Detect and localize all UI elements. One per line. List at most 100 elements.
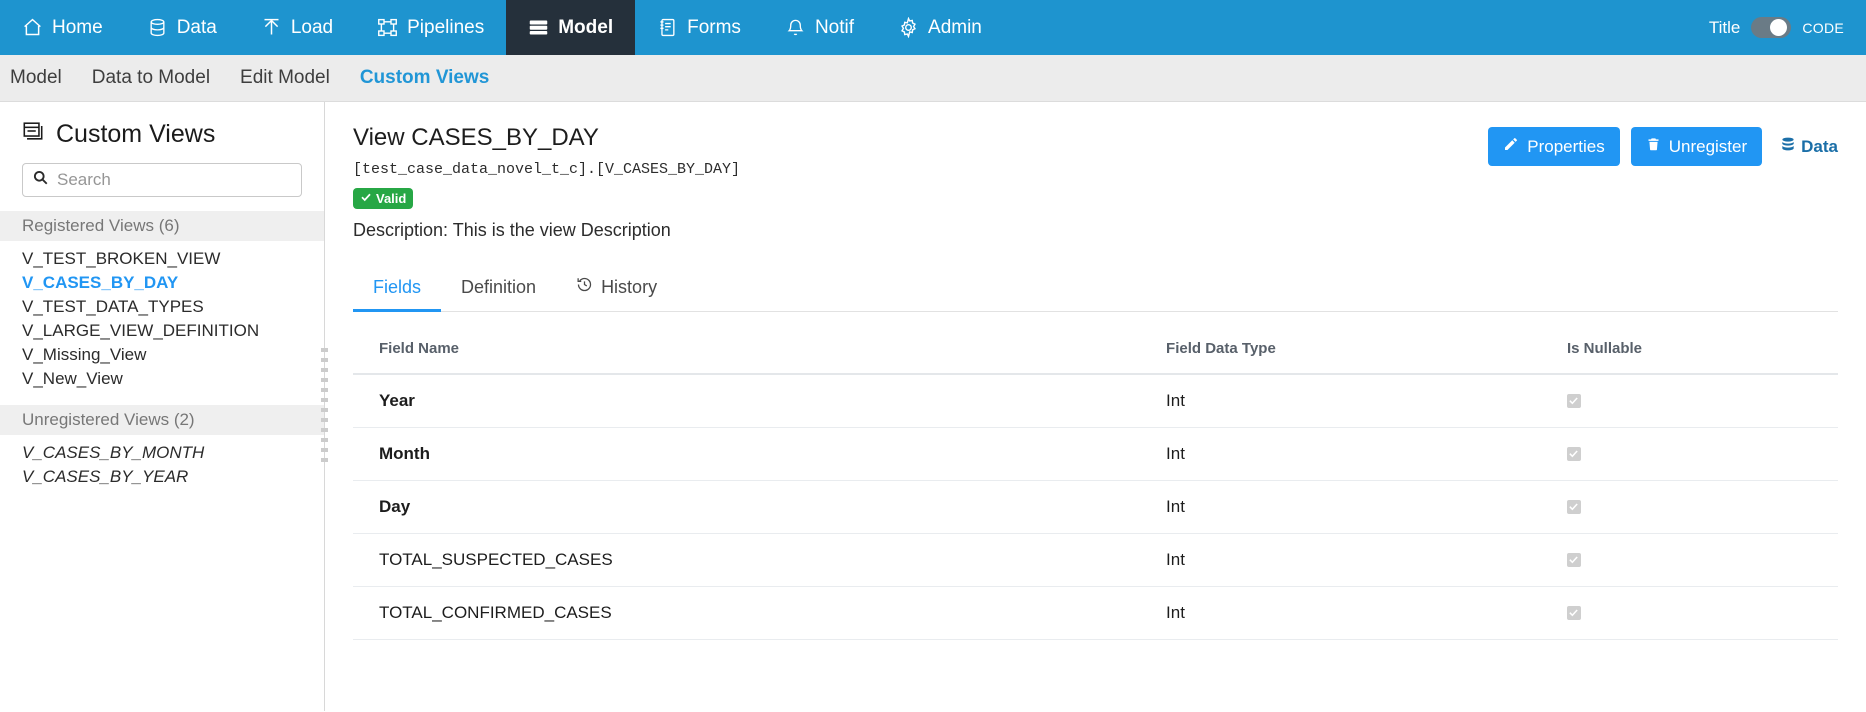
- breadcrumb: Model Data to Model Edit Model Custom Vi…: [0, 55, 1866, 102]
- sidebar-resize-handle[interactable]: [315, 102, 333, 711]
- cell-field-data-type: Int: [1140, 374, 1541, 428]
- page-layout: Custom Views Registered Views (6) V_TEST…: [0, 102, 1866, 711]
- nav-item-pipelines[interactable]: Pipelines: [355, 0, 506, 55]
- nav-item-label: Load: [290, 16, 334, 38]
- properties-button-label: Properties: [1527, 136, 1605, 156]
- toggle-knob: [1770, 19, 1788, 36]
- table-row: TOTAL_SUSPECTED_CASES Int: [353, 533, 1838, 587]
- pipeline-icon: [377, 17, 398, 38]
- cell-field-name: Year: [353, 374, 1141, 428]
- nullable-checkbox[interactable]: [1566, 393, 1581, 408]
- registered-views-list: V_TEST_BROKEN_VIEW V_CASES_BY_DAY V_TEST…: [0, 241, 324, 391]
- nav-item-load[interactable]: Load: [239, 0, 355, 55]
- view-item-v-test-broken-view[interactable]: V_TEST_BROKEN_VIEW: [0, 247, 324, 271]
- status-badge-label: Valid: [376, 191, 407, 206]
- nav-item-data[interactable]: Data: [125, 0, 239, 55]
- breadcrumb-item-custom-views[interactable]: Custom Views: [360, 67, 490, 89]
- search-input[interactable]: [57, 170, 291, 190]
- toggle-right-label: CODE: [1802, 19, 1844, 36]
- view-description: Description: This is the view Descriptio…: [353, 220, 671, 240]
- status-badge: Valid: [353, 188, 414, 209]
- cell-field-name: TOTAL_SUSPECTED_CASES: [353, 533, 1141, 587]
- cell-field-data-type: Int: [1140, 427, 1541, 481]
- view-item-v-cases-by-day[interactable]: V_CASES_BY_DAY: [0, 271, 324, 295]
- view-header-info: View CASES_BY_DAY [test_case_data_novel_…: [353, 124, 1488, 241]
- history-icon: [576, 276, 593, 298]
- tab-history[interactable]: History: [556, 267, 677, 312]
- data-link[interactable]: Data: [1780, 136, 1838, 158]
- cell-is-nullable: [1540, 480, 1838, 534]
- tab-definition[interactable]: Definition: [441, 268, 556, 312]
- unregistered-views-header: Unregistered Views (2): [0, 405, 324, 435]
- properties-button[interactable]: Properties: [1488, 127, 1620, 166]
- view-item-v-new-view[interactable]: V_New_View: [0, 367, 324, 391]
- pencil-icon: [1503, 136, 1519, 157]
- table-row: TOTAL_CONFIRMED_CASES Int: [353, 586, 1838, 640]
- database-icon: [1780, 136, 1796, 158]
- cell-is-nullable: [1540, 586, 1838, 640]
- database-icon: [147, 17, 168, 38]
- view-header: View CASES_BY_DAY [test_case_data_novel_…: [353, 124, 1838, 241]
- window-panel-icon: [22, 120, 44, 149]
- unregister-button[interactable]: Unregister: [1630, 127, 1763, 166]
- resize-grip-dots: [320, 347, 328, 466]
- search-wrapper: [0, 163, 324, 197]
- nullable-checkbox[interactable]: [1566, 446, 1581, 461]
- cell-field-data-type: Int: [1140, 586, 1541, 640]
- tab-fields[interactable]: Fields: [353, 268, 442, 312]
- unregistered-views-list: V_CASES_BY_MONTH V_CASES_BY_YEAR: [0, 435, 324, 489]
- unregister-button-label: Unregister: [1668, 136, 1748, 156]
- nav-item-label: Data: [176, 16, 217, 38]
- view-item-v-large-view-definition[interactable]: V_LARGE_VIEW_DEFINITION: [0, 319, 324, 343]
- home-icon: [22, 17, 43, 38]
- nav-item-label: Admin: [928, 16, 982, 38]
- nav-item-admin[interactable]: Admin: [876, 0, 1004, 55]
- table-row: Day Int: [353, 480, 1838, 534]
- sidebar-title-text: Custom Views: [56, 120, 216, 148]
- view-tabs: Fields Definition History: [353, 267, 1838, 312]
- cell-field-data-type: Int: [1140, 533, 1541, 587]
- fields-table: Field Name Field Data Type Is Nullable Y…: [353, 326, 1838, 640]
- breadcrumb-item-edit-model[interactable]: Edit Model: [240, 67, 330, 89]
- tab-history-label: History: [601, 276, 658, 297]
- view-item-v-test-data-types[interactable]: V_TEST_DATA_TYPES: [0, 295, 324, 319]
- cell-field-name: TOTAL_CONFIRMED_CASES: [353, 586, 1141, 640]
- cell-is-nullable: [1540, 427, 1838, 481]
- server-icon: [528, 17, 549, 38]
- search-box[interactable]: [22, 163, 302, 197]
- form-icon: [657, 17, 678, 38]
- breadcrumb-item-model[interactable]: Model: [10, 67, 62, 89]
- nav-item-label: Home: [52, 16, 103, 38]
- toggle-left-label: Title: [1708, 17, 1741, 37]
- sidebar-title: Custom Views: [0, 120, 324, 163]
- tab-fields-label: Fields: [373, 277, 422, 297]
- nullable-checkbox[interactable]: [1566, 552, 1581, 567]
- table-row: Year Int: [353, 374, 1838, 428]
- nav-item-notif[interactable]: Notif: [763, 0, 876, 55]
- view-item-v-missing-view[interactable]: V_Missing_View: [0, 343, 324, 367]
- nullable-checkbox[interactable]: [1566, 499, 1581, 514]
- column-header-field-name: Field Name: [353, 326, 1141, 375]
- fields-table-head: Field Name Field Data Type Is Nullable: [353, 326, 1838, 375]
- view-qualified-path: [test_case_data_novel_t_c].[V_CASES_BY_D…: [353, 161, 741, 178]
- nullable-checkbox[interactable]: [1566, 605, 1581, 620]
- nav-item-forms[interactable]: Forms: [635, 0, 763, 55]
- table-row: Month Int: [353, 427, 1838, 481]
- table-header-row: Field Name Field Data Type Is Nullable: [353, 326, 1838, 375]
- fields-table-body: Year Int Month Int Day Int TOTAL_SUSPECT…: [353, 374, 1838, 640]
- nav-item-label: Notif: [814, 16, 855, 38]
- check-icon: [360, 191, 372, 206]
- view-item-v-cases-by-year[interactable]: V_CASES_BY_YEAR: [0, 465, 324, 489]
- registered-views-header: Registered Views (6): [0, 211, 324, 241]
- nav-item-model[interactable]: Model: [506, 0, 636, 55]
- view-actions: Properties Unregister Data: [1488, 124, 1838, 166]
- cell-field-name: Day: [353, 480, 1141, 534]
- tab-definition-label: Definition: [461, 277, 537, 297]
- column-header-is-nullable: Is Nullable: [1540, 326, 1838, 375]
- nav-item-home[interactable]: Home: [0, 0, 125, 55]
- search-icon: [33, 170, 48, 190]
- view-item-v-cases-by-month[interactable]: V_CASES_BY_MONTH: [0, 441, 324, 465]
- breadcrumb-item-data-to-model[interactable]: Data to Model: [92, 67, 210, 89]
- title-code-toggle[interactable]: [1751, 17, 1792, 38]
- top-navbar: Home Data Load Pipelines Model Forms Not…: [0, 0, 1866, 55]
